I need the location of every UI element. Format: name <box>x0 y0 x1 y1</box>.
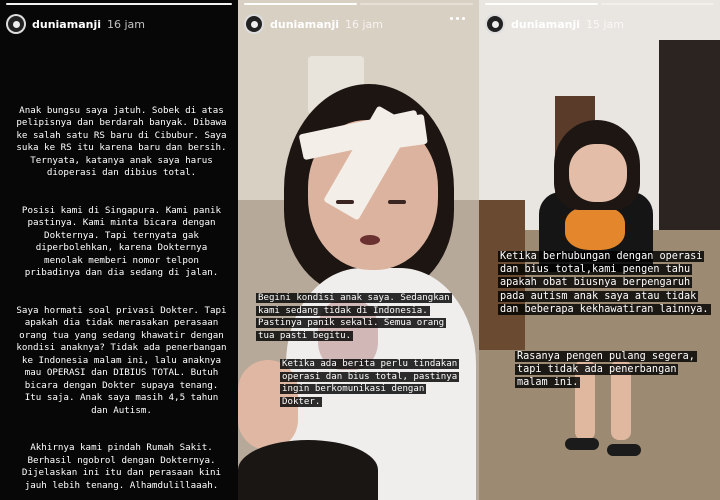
story-text: Anak bungsu saya jatuh. Sobek di atas pe… <box>14 92 229 500</box>
avatar-icon[interactable] <box>485 14 505 34</box>
photo-mouth <box>360 235 380 245</box>
username[interactable]: duniamanji <box>32 18 101 31</box>
progress-bar <box>601 3 714 5</box>
post-time: 16 jam <box>345 17 384 31</box>
story-panel-2[interactable]: duniamanji 16 jam Begini kondisi anak sa… <box>238 0 479 500</box>
caption-text: Rasanya pengen pulang segera, tapi tidak… <box>515 351 697 389</box>
story-paragraph: Posisi kami di Singapura. Kami panik pas… <box>21 204 222 279</box>
progress-bars <box>485 3 714 5</box>
post-time: 15 jam <box>586 17 625 31</box>
story-paragraph: Saya hormati soal privasi Dokter. Tapi a… <box>16 304 227 416</box>
caption-text: Ketika berhubungan dengan operasi dan bi… <box>498 251 711 315</box>
progress-bar <box>485 3 598 5</box>
progress-bars <box>244 3 473 5</box>
story-header: duniamanji 16 jam <box>0 11 238 37</box>
caption-1: Ketika berhubungan dengan operasi dan bi… <box>498 250 716 316</box>
caption-text: Begini kondisi anak saya. Sedangkan kami… <box>256 293 452 341</box>
caption-2: Ketika ada berita perlu tindakan operasi… <box>280 358 460 408</box>
story-paragraph: Akhirnya kami pindah Rumah Sakit. Berhas… <box>21 442 222 491</box>
photo-dark-shape <box>238 440 378 500</box>
story-header: duniamanji 16 jam <box>238 11 479 37</box>
photo-eye <box>388 200 406 204</box>
caption-1: Begini kondisi anak saya. Sedangkan kami… <box>256 292 466 342</box>
post-time: 16 jam <box>107 17 146 31</box>
photo-child-face <box>569 144 627 202</box>
progress-bar <box>244 3 357 5</box>
caption-text: Ketika ada berita perlu tindakan operasi… <box>280 359 460 407</box>
story-header: duniamanji 15 jam <box>479 11 720 37</box>
avatar-icon[interactable] <box>244 14 264 34</box>
progress-bar <box>360 3 473 5</box>
story-panel-3[interactable]: duniamanji 15 jam Ketika berhubungan den… <box>479 0 720 500</box>
photo-pumpkin-print <box>565 206 625 250</box>
photo-window <box>659 40 720 240</box>
story-paragraph: Anak bungsu saya jatuh. Sobek di atas pe… <box>16 104 227 179</box>
avatar-icon[interactable] <box>6 14 26 34</box>
progress-bar <box>6 3 232 5</box>
username[interactable]: duniamanji <box>270 18 339 31</box>
story-panel-1[interactable]: duniamanji 16 jam Anak bungsu saya jatuh… <box>0 0 238 500</box>
caption-2: Rasanya pengen pulang segera, tapi tidak… <box>515 350 709 390</box>
progress-bars <box>6 3 232 5</box>
photo-eye <box>336 200 354 204</box>
username[interactable]: duniamanji <box>511 18 580 31</box>
